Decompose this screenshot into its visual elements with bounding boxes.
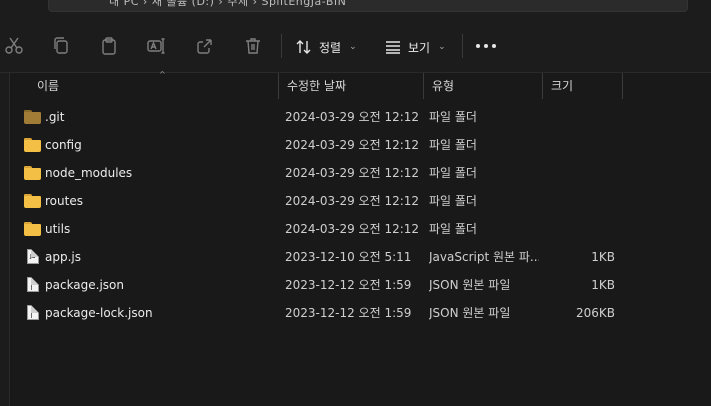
view-label: 보기 <box>408 40 431 55</box>
column-header: ^ 이름 수정한 날짜 유형 크기 <box>10 70 711 99</box>
file-type: JavaScript 원본 파... <box>429 250 539 264</box>
file-date: 2024-03-29 오전 12:12 <box>285 138 420 152</box>
folder-icon <box>24 194 42 208</box>
address-bar[interactable]: 내 PC › 새 볼륨 (D:) › 주제 › SplitEngJa-BIN <box>48 0 688 12</box>
folder-icon <box>24 166 42 180</box>
chevron-down-icon: ⌄ <box>349 42 357 52</box>
file-size: 206KB <box>575 306 615 320</box>
file-type: 파일 폴더 <box>429 222 477 236</box>
file-name: config <box>45 138 82 152</box>
address-bar-area: 내 PC › 새 볼륨 (D:) › 주제 › SplitEngJa-BIN <box>0 0 711 20</box>
file-date: 2024-03-29 오전 12:12 <box>285 222 420 236</box>
file-type: 파일 폴더 <box>429 166 477 180</box>
json-file-icon <box>27 277 39 292</box>
column-size[interactable]: 크기 <box>543 73 623 99</box>
file-date: 2023-12-12 오전 1:59 <box>285 306 412 320</box>
file-date: 2024-03-29 오전 12:12 <box>285 110 420 124</box>
file-size: 1KB <box>591 278 615 292</box>
sort-label: 정렬 <box>319 40 342 55</box>
list-item[interactable]: package.json 2023-12-12 오전 1:59 JSON 원본 … <box>10 271 711 299</box>
navigation-pane-edge[interactable] <box>0 73 10 406</box>
folder-icon <box>24 222 42 236</box>
column-name[interactable]: 이름 <box>29 73 279 99</box>
javascript-file-icon: JS <box>27 249 39 264</box>
scissors-icon[interactable] <box>4 36 26 58</box>
list-item[interactable]: routes 2024-03-29 오전 12:12 파일 폴더 <box>10 187 711 215</box>
list-item[interactable]: node_modules 2024-03-29 오전 12:12 파일 폴더 <box>10 159 711 187</box>
folder-icon <box>24 138 42 152</box>
file-name: node_modules <box>45 166 133 180</box>
json-file-icon <box>27 305 39 320</box>
file-type: 파일 폴더 <box>429 194 477 208</box>
file-type: 파일 폴더 <box>429 110 477 124</box>
file-name: package-lock.json <box>45 306 153 320</box>
copy-icon[interactable] <box>51 36 73 58</box>
file-name: app.js <box>45 250 81 264</box>
file-date: 2024-03-29 오전 12:12 <box>285 166 420 180</box>
view-button[interactable]: 보기 ⌄ <box>384 34 446 60</box>
file-list: .git 2024-03-29 오전 12:12 파일 폴더 config 20… <box>10 103 711 327</box>
trash-icon[interactable] <box>243 36 265 58</box>
folder-icon <box>24 110 42 124</box>
list-item[interactable]: package-lock.json 2023-12-12 오전 1:59 JSO… <box>10 299 711 327</box>
file-name: .git <box>45 110 65 124</box>
list-view-icon <box>386 41 400 54</box>
toolbar-separator <box>462 34 463 58</box>
chevron-down-icon: ⌄ <box>438 42 446 52</box>
list-item[interactable]: .git 2024-03-29 오전 12:12 파일 폴더 <box>10 103 711 131</box>
clipboard-icon[interactable] <box>99 36 121 58</box>
column-type[interactable]: 유형 <box>424 73 543 99</box>
command-toolbar: 정렬 ⌄ 보기 ⌄ <box>0 20 711 73</box>
list-item[interactable]: utils 2024-03-29 오전 12:12 파일 폴더 <box>10 215 711 243</box>
more-options-icon[interactable] <box>476 44 496 48</box>
sort-arrows-icon <box>296 40 311 54</box>
file-type: JSON 원본 파일 <box>429 278 511 292</box>
file-size: 1KB <box>591 250 615 264</box>
file-type: JSON 원본 파일 <box>429 306 511 320</box>
file-date: 2024-03-29 오전 12:12 <box>285 194 420 208</box>
list-item[interactable]: config 2024-03-29 오전 12:12 파일 폴더 <box>10 131 711 159</box>
list-item[interactable]: JS app.js 2023-12-10 오전 5:11 JavaScript … <box>10 243 711 271</box>
sort-button[interactable]: 정렬 ⌄ <box>295 34 357 60</box>
toolbar-separator <box>281 34 282 58</box>
file-name: routes <box>45 194 83 208</box>
share-icon[interactable] <box>195 36 217 58</box>
rename-icon[interactable] <box>146 36 168 58</box>
breadcrumb[interactable]: 내 PC › 새 볼륨 (D:) › 주제 › SplitEngJa-BIN <box>109 0 346 9</box>
file-name: utils <box>45 222 71 236</box>
file-type: 파일 폴더 <box>429 138 477 152</box>
file-date: 2023-12-10 오전 5:11 <box>285 250 412 264</box>
file-name: package.json <box>45 278 125 292</box>
column-date-modified[interactable]: 수정한 날짜 <box>279 73 424 99</box>
file-date: 2023-12-12 오전 1:59 <box>285 278 412 292</box>
